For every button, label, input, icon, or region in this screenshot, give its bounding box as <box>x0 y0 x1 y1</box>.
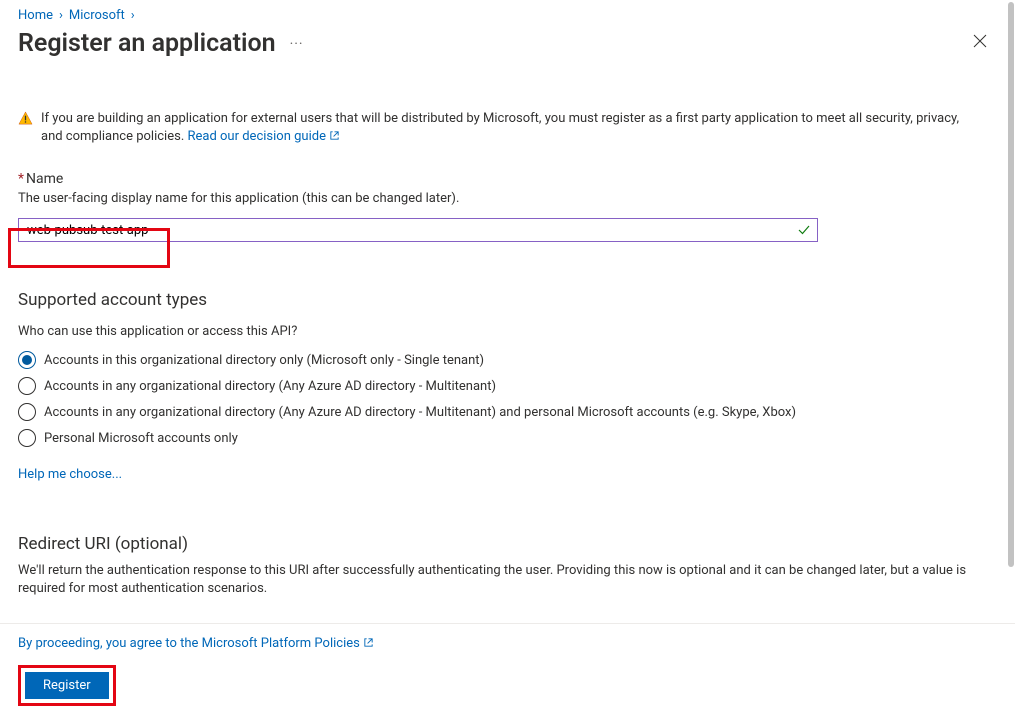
platform-policies-link[interactable]: Microsoft Platform Policies <box>202 636 374 651</box>
redirect-uri-description: We'll return the authentication response… <box>18 562 988 598</box>
radio-single-tenant[interactable]: Accounts in this organizational director… <box>18 351 997 369</box>
name-label: *Name <box>18 171 997 187</box>
radio-multitenant[interactable]: Accounts in any organizational directory… <box>18 377 997 395</box>
decision-guide-link[interactable]: Read our decision guide <box>187 129 339 144</box>
radio-label: Accounts in this organizational director… <box>44 353 484 368</box>
info-banner: If you are building an application for e… <box>18 110 997 145</box>
more-icon[interactable]: ··· <box>290 36 304 52</box>
radio-personal-only[interactable]: Personal Microsoft accounts only <box>18 429 997 447</box>
name-description: The user-facing display name for this ap… <box>18 191 997 206</box>
help-me-choose-link[interactable]: Help me choose... <box>18 467 122 482</box>
register-button[interactable]: Register <box>25 672 109 699</box>
close-button[interactable] <box>969 30 991 57</box>
highlight-register: Register <box>18 665 116 706</box>
required-indicator: * <box>18 171 24 187</box>
external-link-icon <box>363 637 374 648</box>
redirect-uri-title: Redirect URI (optional) <box>18 534 997 554</box>
radio-icon <box>18 377 36 395</box>
account-types-title: Supported account types <box>18 290 997 310</box>
scrollbar[interactable] <box>1008 2 1014 567</box>
radio-icon <box>18 429 36 447</box>
radio-multitenant-personal[interactable]: Accounts in any organizational directory… <box>18 403 997 421</box>
chevron-right-icon: › <box>131 8 135 23</box>
radio-label: Personal Microsoft accounts only <box>44 431 238 446</box>
radio-icon <box>18 403 36 421</box>
close-icon <box>973 34 987 48</box>
breadcrumb-home[interactable]: Home <box>18 8 53 23</box>
radio-icon <box>18 351 36 369</box>
external-link-icon <box>329 130 340 141</box>
breadcrumb-microsoft[interactable]: Microsoft <box>69 8 125 23</box>
radio-label: Accounts in any organizational directory… <box>44 379 496 394</box>
chevron-right-icon: › <box>59 8 63 23</box>
agree-text: By proceeding, you agree to the <box>18 636 202 651</box>
radio-label: Accounts in any organizational directory… <box>44 405 796 420</box>
footer: By proceeding, you agree to the Microsof… <box>0 623 1015 720</box>
page-title: Register an application <box>18 29 276 58</box>
info-text: If you are building an application for e… <box>41 111 959 144</box>
account-types-radio-group: Accounts in this organizational director… <box>18 351 997 447</box>
account-types-help: Who can use this application or access t… <box>18 324 997 339</box>
name-input[interactable] <box>18 218 818 242</box>
breadcrumb: Home › Microsoft › <box>18 8 997 23</box>
warning-icon <box>18 111 33 126</box>
